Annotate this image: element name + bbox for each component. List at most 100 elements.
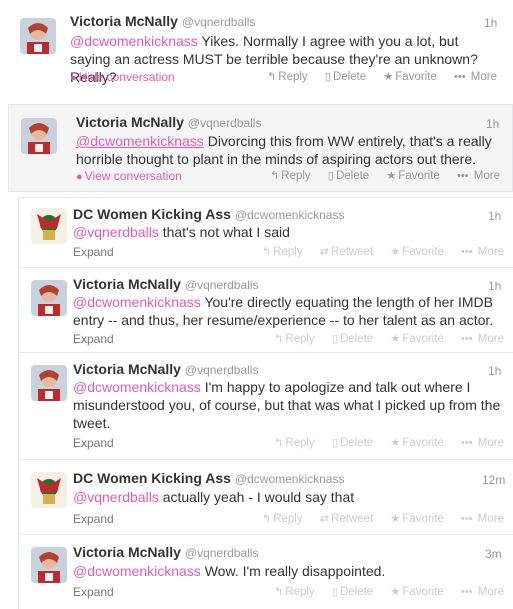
conversation-tweet[interactable]: Victoria McNally @vqnerdballs 3m @dcwomen… (19, 535, 513, 609)
mention-link[interactable]: @vqnerdballs (73, 489, 159, 505)
reply-icon: ↰ (274, 586, 284, 598)
reply-button[interactable]: ↰ Reply (267, 71, 308, 83)
favorite-button[interactable]: ★ Favorite (390, 586, 443, 598)
conversation-tweet[interactable]: Victoria McNally @vqnerdballs 1h @dcwomen… (19, 268, 513, 353)
author-name[interactable]: Victoria McNally @vqnerdballs (73, 544, 258, 560)
delete-button[interactable]: ▯ Delete (328, 170, 369, 182)
reply-button[interactable]: ↰ Reply (274, 586, 315, 598)
timestamp[interactable]: 3m (485, 547, 502, 561)
author-name[interactable]: Victoria McNally @vqnerdballs (73, 361, 258, 377)
more-button[interactable]: ••• More (461, 513, 504, 525)
reply-button[interactable]: ↰ Reply (274, 333, 315, 345)
more-dots-icon: ••• (461, 246, 473, 258)
reply-button[interactable]: ↰ Reply (262, 246, 303, 258)
author-handle[interactable]: @dcwomenkicknass (235, 472, 345, 486)
expand-link[interactable]: Expand (73, 585, 114, 599)
timestamp[interactable]: 12m (482, 473, 505, 487)
mention-link[interactable]: @dcwomenkicknass (70, 33, 198, 49)
more-dots-icon: ••• (457, 170, 469, 182)
expand-link[interactable]: Expand (73, 332, 114, 346)
author-handle[interactable]: @vqnerdballs (185, 278, 259, 292)
trash-icon: ▯ (331, 437, 338, 449)
timestamp[interactable]: 1h (486, 117, 499, 131)
reply-icon: ↰ (261, 513, 272, 525)
favorite-button[interactable]: ★ Favorite (390, 513, 443, 525)
more-button[interactable]: ••• More (461, 586, 504, 598)
avatar[interactable] (20, 18, 56, 54)
mention-link[interactable]: @vqnerdballs (73, 224, 159, 240)
timestamp[interactable]: 1h (488, 364, 501, 378)
avatar[interactable] (21, 118, 57, 154)
mention-link[interactable]: @dcwomenkicknass (73, 379, 201, 395)
more-button[interactable]: ••• More (461, 333, 504, 345)
mention-link[interactable]: @dcwomenkicknass (73, 563, 201, 579)
retweet-icon: ⇄ (319, 513, 330, 525)
reply-button[interactable]: ↰ Reply (270, 170, 311, 182)
favorite-button[interactable]: ★ Favorite (390, 246, 443, 258)
star-icon: ★ (390, 246, 401, 258)
avatar[interactable] (31, 280, 67, 316)
favorite-button[interactable]: ★ Favorite (386, 170, 439, 182)
star-icon: ★ (390, 513, 401, 525)
retweet-button[interactable]: ⇄ Retweet (320, 513, 373, 525)
timestamp[interactable]: 1h (488, 209, 501, 223)
avatar[interactable] (31, 208, 67, 244)
author-handle[interactable]: @vqnerdballs (185, 363, 259, 377)
expand-link[interactable]: Expand (73, 436, 114, 450)
author-name[interactable]: Victoria McNally @vqnerdballs (73, 276, 258, 292)
tweet-actions: ↰ Reply ▯ Delete ★ Favorite ••• More (274, 436, 504, 449)
author-handle[interactable]: @vqnerdballs (182, 15, 256, 29)
view-conversation-link[interactable]: ● View conversation (76, 169, 182, 183)
tweet-card[interactable]: Victoria McNally @vqnerdballs 1h @dcwomen… (0, 0, 513, 92)
reply-button[interactable]: ↰ Reply (262, 513, 303, 525)
favorite-button[interactable]: ★ Favorite (383, 71, 436, 83)
trash-icon: ▯ (331, 333, 338, 345)
mention-link[interactable]: @dcwomenkicknass (76, 133, 204, 149)
author-handle[interactable]: @dcwomenkicknass (235, 208, 345, 222)
more-button[interactable]: ••• More (454, 71, 497, 83)
timestamp[interactable]: 1h (484, 16, 497, 30)
author-handle[interactable]: @vqnerdballs (188, 116, 262, 130)
hide-conversation-link[interactable]: ● Hide conversation (70, 70, 175, 84)
author-name[interactable]: Victoria McNally @vqnerdballs (76, 114, 261, 130)
tweet-card[interactable]: Victoria McNally @vqnerdballs 1h @dcwomen… (8, 104, 513, 192)
reply-icon: ↰ (274, 437, 284, 449)
author-handle[interactable]: @vqnerdballs (185, 546, 259, 560)
star-icon: ★ (390, 333, 401, 345)
avatar[interactable] (31, 472, 67, 508)
delete-button[interactable]: ▯ Delete (325, 71, 366, 83)
author-name[interactable]: Victoria McNally @vqnerdballs (70, 13, 255, 29)
timestamp[interactable]: 1h (488, 279, 501, 293)
tweet-text: @dcwomenkicknass I'm happy to apologize … (73, 379, 501, 431)
conversation-tweet[interactable]: DC Women Kicking Ass @dcwomenkicknass 12m… (19, 460, 513, 535)
author-name[interactable]: DC Women Kicking Ass @dcwomenkicknass (73, 206, 344, 222)
reply-icon: ↰ (270, 170, 280, 182)
more-button[interactable]: ••• More (457, 170, 500, 182)
avatar[interactable] (31, 365, 67, 401)
speech-bubble-icon: ● (70, 72, 77, 84)
more-button[interactable]: ••• More (461, 246, 504, 258)
expand-link[interactable]: Expand (73, 245, 114, 259)
star-icon: ★ (390, 437, 401, 449)
delete-button[interactable]: ▯ Delete (332, 437, 373, 449)
reply-icon: ↰ (274, 333, 284, 345)
retweet-button[interactable]: ⇄ Retweet (320, 246, 373, 258)
more-dots-icon: ••• (461, 513, 473, 525)
delete-button[interactable]: ▯ Delete (332, 333, 373, 345)
author-name[interactable]: DC Women Kicking Ass @dcwomenkicknass (73, 470, 344, 486)
more-dots-icon: ••• (461, 333, 473, 345)
tweet-text: @dcwomenkicknass Divorcing this from WW … (76, 133, 492, 167)
tweet-text: @dcwomenkicknass You're directly equatin… (73, 294, 494, 328)
delete-button[interactable]: ▯ Delete (332, 586, 373, 598)
reply-button[interactable]: ↰ Reply (274, 437, 315, 449)
tweet-actions: ↰ Reply ▯ Delete ★ Favorite ••• More (274, 585, 504, 598)
mention-link[interactable]: @dcwomenkicknass (73, 294, 201, 310)
conversation-tweet[interactable]: DC Women Kicking Ass @dcwomenkicknass 1h … (19, 198, 513, 268)
favorite-button[interactable]: ★ Favorite (390, 437, 443, 449)
tweet-actions: ↰ Reply ⇄ Retweet ★ Favorite ••• More (262, 512, 504, 525)
avatar[interactable] (31, 547, 67, 583)
conversation-tweet[interactable]: Victoria McNally @vqnerdballs 1h @dcwomen… (19, 353, 513, 460)
favorite-button[interactable]: ★ Favorite (390, 333, 443, 345)
expand-link[interactable]: Expand (73, 512, 114, 526)
more-button[interactable]: ••• More (461, 437, 504, 449)
